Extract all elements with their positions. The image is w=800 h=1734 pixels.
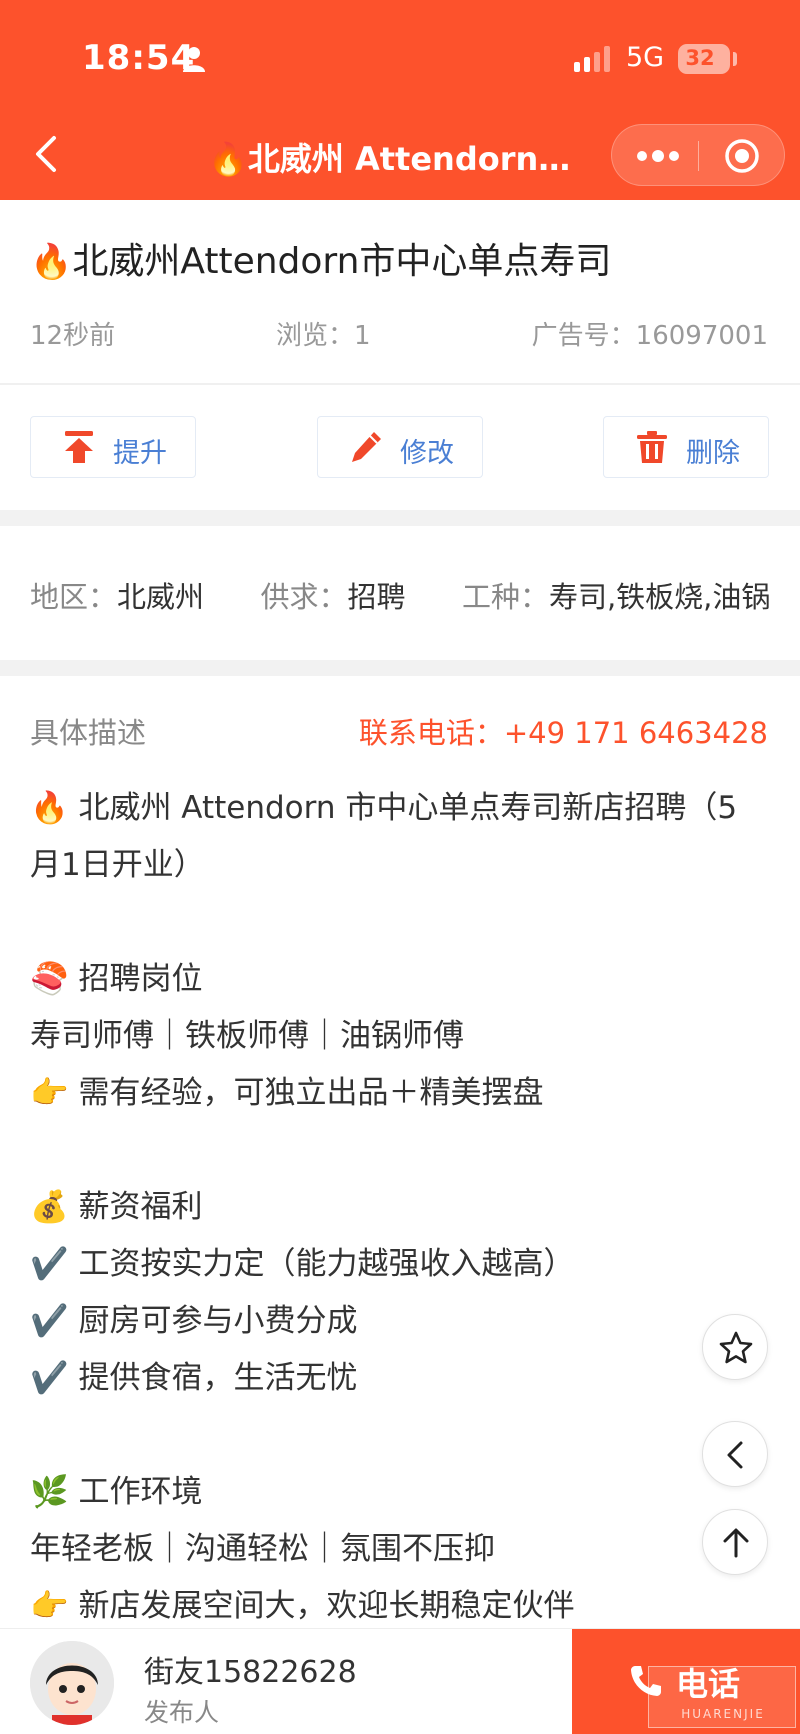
- close-mini-program-icon[interactable]: [724, 138, 760, 174]
- desc-line: 寿司师傅｜铁板师傅｜油锅师傅: [30, 1018, 464, 1054]
- arrow-up-icon: [723, 1528, 749, 1558]
- desc-line: 👉 新店发展空间大，欢迎长期稳定伙伴: [30, 1588, 575, 1624]
- post-ad-number: 广告号：16097001: [531, 321, 768, 351]
- region-value: 北威州: [117, 580, 205, 614]
- post-time-ago: 12秒前: [30, 321, 116, 351]
- watermark-text: HUARENJIE: [681, 1707, 765, 1721]
- desc-line: ✔️ 厨房可参与小费分成: [30, 1303, 358, 1339]
- promote-icon: [65, 431, 93, 463]
- desc-line: 🍣 招聘岗位: [30, 961, 203, 997]
- more-icon[interactable]: [634, 143, 682, 169]
- job-value: 寿司,铁板烧,油锅: [548, 580, 771, 614]
- type-value: 招聘: [347, 580, 406, 614]
- status-time: 18:54: [82, 38, 196, 78]
- back-arrow-icon[interactable]: [26, 130, 66, 178]
- person-icon: [183, 47, 205, 72]
- desc-line: ✔️ 工资按实力定（能力越强收入越高）: [30, 1246, 575, 1282]
- job-key: 工种：: [461, 580, 549, 614]
- section-gap: [0, 510, 800, 526]
- edit-label: 修改: [400, 438, 454, 469]
- scroll-top-button[interactable]: [702, 1509, 768, 1575]
- battery-level: 32: [685, 46, 715, 70]
- poster-role: 发布人: [144, 1698, 220, 1727]
- desc-line: 🌿 工作环境: [30, 1474, 203, 1510]
- type-key: 供求：: [260, 580, 348, 614]
- battery-tip: [733, 52, 737, 66]
- desc-line: ✔️ 提供食宿，生活无忧: [30, 1360, 358, 1396]
- favorite-button[interactable]: [702, 1314, 768, 1380]
- desc-line: 年轻老板｜沟通轻松｜氛围不压抑: [30, 1531, 495, 1567]
- info-row: 地区：北威州 供求：招聘 工种：寿司,铁板烧,油锅: [30, 574, 770, 616]
- capsule-divider: [698, 141, 699, 171]
- mini-program-capsule: [611, 124, 785, 186]
- watermark-logo: HUARENJIE: [648, 1666, 796, 1728]
- edit-button[interactable]: 修改: [317, 416, 483, 478]
- delete-label: 删除: [686, 438, 740, 469]
- contact-phone[interactable]: 联系电话：+49 171 6463428: [359, 710, 768, 752]
- app-header: 18:54 5G 32 🔥北威州 Attendorn市...: [0, 0, 800, 200]
- network-type: 5G: [626, 42, 665, 73]
- desc-line: [30, 1407, 775, 1464]
- poster-name: 街友15822628: [144, 1655, 357, 1690]
- section-gap: [0, 660, 800, 676]
- desc-line: [30, 1122, 775, 1179]
- post-title-text: 北威州Attendorn市中心单点寿司: [72, 241, 612, 282]
- battery-icon: 32: [678, 44, 730, 74]
- pencil-icon: [352, 432, 381, 462]
- desc-line: 👉 需有经验，可独立出品＋精美摆盘: [30, 1075, 544, 1111]
- avatar[interactable]: [30, 1641, 114, 1725]
- promote-button[interactable]: 提升: [30, 416, 196, 478]
- post-title: 🔥北威州Attendorn市中心单点寿司: [30, 232, 611, 284]
- fire-icon: 🔥: [30, 242, 73, 282]
- description-body: 🔥 北威州 Attendorn 市中心单点寿司新店招聘（5 月1日开业） 🍣 招…: [30, 780, 775, 1635]
- float-back-button[interactable]: [702, 1421, 768, 1487]
- desc-line: [30, 894, 775, 951]
- nav-title: 🔥北威州 Attendorn市...: [208, 140, 598, 178]
- divider: [0, 383, 800, 385]
- promote-label: 提升: [113, 438, 167, 469]
- delete-button[interactable]: 删除: [603, 416, 769, 478]
- trash-icon: [637, 431, 667, 463]
- desc-line: 💰 薪资福利: [30, 1189, 203, 1225]
- desc-line: 🔥 北威州 Attendorn 市中心单点寿司新店招聘（5: [30, 790, 738, 826]
- chevron-left-icon: [727, 1441, 743, 1469]
- desc-line: 月1日开业）: [30, 847, 205, 883]
- description-heading: 具体描述: [30, 716, 147, 750]
- post-views: 浏览：1: [276, 321, 371, 351]
- region-key: 地区：: [30, 580, 118, 614]
- signal-icon: [574, 46, 610, 72]
- cartoon-avatar-icon: [30, 1641, 114, 1725]
- star-icon: [719, 1331, 753, 1364]
